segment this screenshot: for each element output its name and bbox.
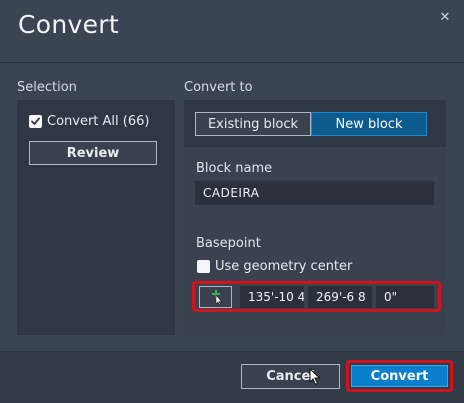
selection-label: Selection: [17, 80, 77, 95]
basepoint-x-input[interactable]: 135'-10 4: [240, 286, 304, 308]
existing-block-toggle[interactable]: Existing block: [195, 112, 311, 136]
convert-to-label: Convert to: [184, 80, 253, 95]
block-name-input[interactable]: CADEIRA: [195, 181, 434, 205]
block-name-label: Block name: [196, 161, 273, 176]
pick-point-icon: [211, 290, 222, 305]
checkmark-icon: [31, 117, 40, 125]
close-icon[interactable]: ✕: [437, 9, 453, 25]
title-divider: [0, 62, 464, 63]
convert-all-checkbox-row[interactable]: Convert All (66): [29, 114, 149, 129]
use-geometry-center-row[interactable]: Use geometry center: [197, 259, 352, 274]
basepoint-y-input[interactable]: 269'-6 8: [308, 286, 372, 308]
basepoint-z-input[interactable]: 0": [376, 286, 434, 308]
use-geometry-center-checkbox[interactable]: [197, 260, 210, 273]
use-geometry-center-label: Use geometry center: [215, 259, 353, 274]
convert-button[interactable]: Convert: [351, 365, 448, 387]
pick-point-button[interactable]: [199, 286, 232, 308]
convert-dialog: Convert ✕ Selection Convert All (66) Rev…: [0, 0, 464, 403]
basepoint-label: Basepoint: [196, 236, 261, 251]
new-block-toggle[interactable]: New block: [311, 112, 427, 136]
mouse-cursor-icon: [309, 367, 321, 390]
convert-all-label: Convert All (66): [47, 114, 150, 129]
dialog-title: Convert: [18, 10, 119, 39]
selection-panel: [17, 100, 175, 335]
convert-all-checkbox[interactable]: [29, 115, 42, 128]
review-button[interactable]: Review: [29, 141, 157, 165]
cancel-button[interactable]: Cancel: [241, 364, 340, 389]
